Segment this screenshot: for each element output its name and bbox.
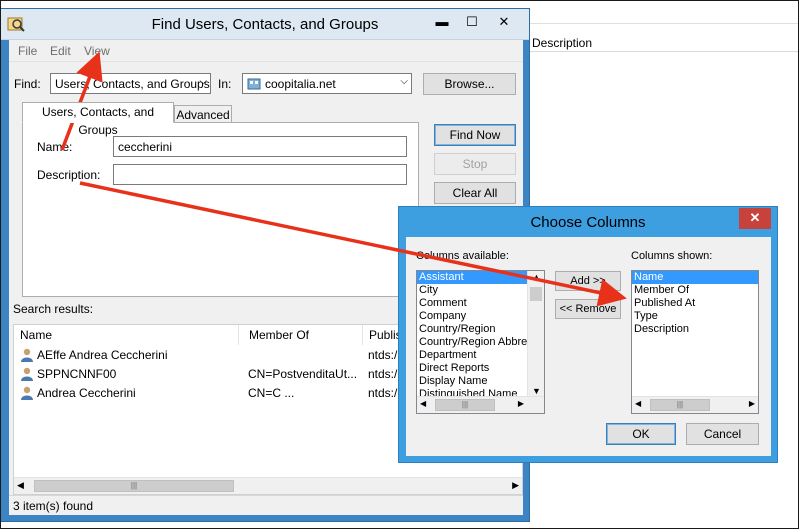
close-icon: ✕: [498, 14, 510, 29]
list-item[interactable]: Assistant: [417, 271, 544, 284]
chevron-down-icon: ⌵: [199, 76, 207, 87]
tab-advanced[interactable]: Advanced: [174, 105, 232, 123]
list-item[interactable]: Company: [417, 310, 544, 323]
status-text: 3 item(s) found: [13, 499, 94, 513]
in-location-value: coopitalia.net: [265, 77, 336, 91]
scrollbar-thumb[interactable]: |||: [34, 480, 234, 492]
user-icon: [21, 386, 33, 400]
row-published: ntds:/: [368, 367, 398, 381]
horizontal-scrollbar[interactable]: ◀ ||| ▶: [417, 396, 544, 413]
maximize-icon: ☐: [466, 14, 478, 29]
menu-view[interactable]: View: [84, 44, 110, 58]
horizontal-scrollbar[interactable]: ◀ ||| ▶: [14, 477, 522, 494]
domain-icon: [247, 78, 261, 90]
dialog-close-button[interactable]: ✕: [739, 208, 771, 229]
vertical-scrollbar[interactable]: ▲ ▼: [527, 271, 544, 397]
find-window-titlebar: Find Users, Contacts, and Groups ▬ ☐ ✕: [1, 9, 529, 40]
find-label: Find:: [14, 77, 41, 91]
list-item[interactable]: Country/Region: [417, 323, 544, 336]
row-name: AEffe Andrea Ceccherini: [37, 348, 168, 362]
scroll-left-icon[interactable]: ◀: [17, 480, 24, 491]
in-label: In:: [218, 77, 232, 91]
scrollbar-thumb[interactable]: |||: [650, 399, 710, 411]
list-item[interactable]: Comment: [417, 297, 544, 310]
list-item[interactable]: Published At: [632, 297, 758, 310]
scroll-down-icon[interactable]: ▼: [532, 386, 541, 396]
choose-columns-dialog: Choose Columns ✕ Columns available: Assi…: [398, 206, 778, 463]
scroll-right-icon[interactable]: ▶: [749, 399, 755, 408]
close-icon: ✕: [749, 210, 761, 225]
status-bar: 3 item(s) found: [9, 495, 523, 515]
stop-button[interactable]: Stop: [434, 153, 516, 175]
menu-bar: File Edit View: [9, 40, 523, 62]
menu-edit[interactable]: Edit: [50, 44, 71, 58]
find-type-select[interactable]: Users, Contacts, and Groups ⌵: [50, 73, 211, 94]
background-window-titlebar: [528, 0, 799, 24]
menu-file[interactable]: File: [18, 44, 37, 58]
columns-available-list[interactable]: Assistant City Comment Company Country/R…: [416, 270, 545, 414]
search-results-label: Search results:: [13, 302, 94, 316]
add-button[interactable]: Add >>: [555, 271, 621, 291]
scroll-up-icon[interactable]: ▲: [532, 272, 541, 282]
list-item[interactable]: Direct Reports: [417, 362, 544, 375]
list-item[interactable]: Member Of: [632, 284, 758, 297]
user-icon: [21, 348, 33, 362]
clear-all-button[interactable]: Clear All: [434, 182, 516, 204]
column-header-member-of[interactable]: Member Of: [243, 325, 363, 345]
list-item[interactable]: Display Name: [417, 375, 544, 388]
list-item[interactable]: Description: [632, 323, 758, 336]
row-published: ntds:/: [368, 348, 398, 362]
columns-shown-list[interactable]: Name Member Of Published At Type Descrip…: [631, 270, 759, 414]
close-button[interactable]: ✕: [489, 12, 519, 32]
user-icon: [21, 367, 33, 381]
minimize-icon: ▬: [435, 14, 449, 29]
row-member-of: CN=PostvenditaUt...: [248, 367, 358, 381]
dialog-client: Columns available: Assistant City Commen…: [406, 237, 771, 456]
find-type-value: Users, Contacts, and Groups: [55, 77, 210, 91]
description-label: Description:: [37, 168, 101, 182]
list-item[interactable]: Country/Region Abbre: [417, 336, 544, 349]
name-field[interactable]: ceccherini: [113, 136, 407, 157]
row-name: Andrea Ceccherini: [37, 386, 136, 400]
search-criteria-panel: Name: ceccherini Description:: [22, 122, 419, 297]
description-field[interactable]: [113, 164, 407, 185]
row-name: SPPNCNNF00: [37, 367, 117, 381]
maximize-button[interactable]: ☐: [457, 12, 487, 32]
list-item[interactable]: City: [417, 284, 544, 297]
browse-button[interactable]: Browse...: [423, 73, 516, 95]
in-location-select[interactable]: coopitalia.net ⌵: [242, 73, 412, 94]
chevron-down-icon: ⌵: [400, 76, 408, 87]
scroll-left-icon[interactable]: ◀: [635, 399, 641, 408]
scrollbar-thumb[interactable]: |||: [435, 399, 495, 411]
dialog-title: Choose Columns: [530, 214, 646, 231]
background-column-description[interactable]: Description: [532, 36, 592, 50]
columns-shown-label: Columns shown:: [631, 250, 713, 262]
scroll-right-icon[interactable]: ▶: [518, 399, 524, 408]
list-item[interactable]: Name: [632, 271, 758, 284]
remove-button[interactable]: << Remove: [555, 299, 621, 319]
horizontal-scrollbar[interactable]: ◀ ||| ▶: [632, 396, 758, 413]
list-item[interactable]: Type: [632, 310, 758, 323]
scrollbar-thumb[interactable]: [530, 287, 542, 301]
scroll-left-icon[interactable]: ◀: [420, 399, 426, 408]
dialog-titlebar: Choose Columns ✕: [399, 207, 777, 237]
minimize-button[interactable]: ▬: [427, 12, 457, 32]
cancel-button[interactable]: Cancel: [686, 423, 759, 445]
name-label: Name:: [37, 140, 73, 154]
columns-available-label: Columns available:: [416, 250, 509, 262]
scroll-right-icon[interactable]: ▶: [512, 480, 519, 491]
ok-button[interactable]: OK: [606, 423, 676, 445]
row-published: ntds:/: [368, 386, 398, 400]
column-header-name[interactable]: Name: [14, 325, 239, 345]
row-member-of: CN=C ...: [248, 386, 295, 400]
list-item[interactable]: Department: [417, 349, 544, 362]
find-now-button[interactable]: Find Now: [434, 124, 516, 146]
background-list-header: Description: [528, 34, 799, 52]
tab-users-contacts-groups[interactable]: Users, Contacts, and Groups: [22, 102, 174, 137]
